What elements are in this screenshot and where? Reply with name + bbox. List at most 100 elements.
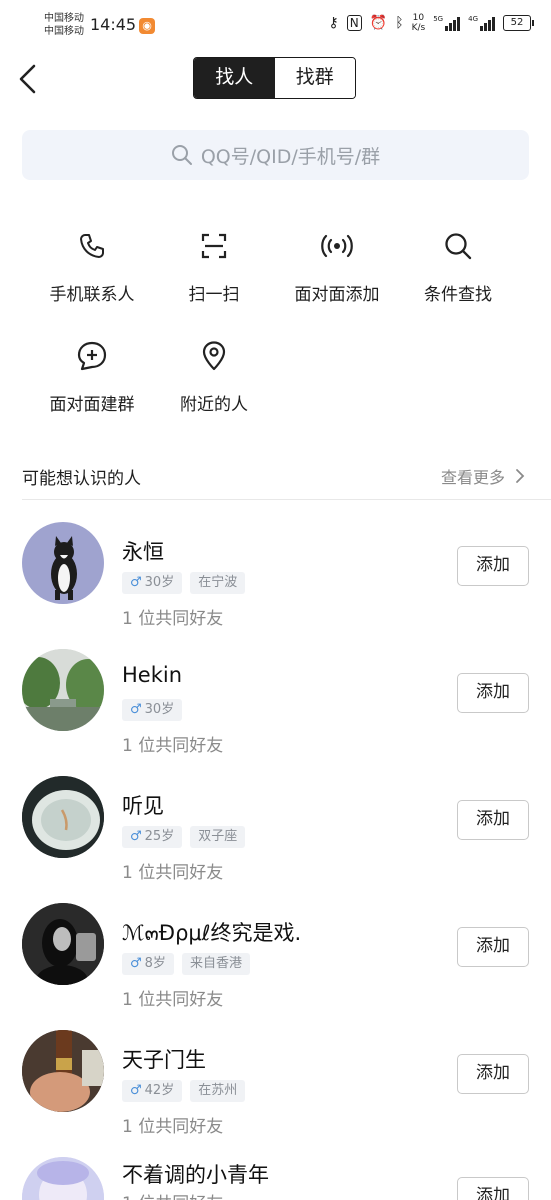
person-tags: ♂ 8岁 来自香港	[122, 953, 250, 975]
action-label: 面对面建群	[49, 395, 135, 415]
action-face-to-face-add[interactable]: 面对面添加	[282, 228, 392, 305]
street-avatar-image	[22, 649, 104, 731]
notification-app-icon: ◉	[139, 18, 155, 34]
nfc-icon: N	[346, 15, 362, 31]
mutual-friends: 1 位共同好友	[122, 609, 224, 629]
age-value: 30岁	[144, 702, 175, 717]
search-icon	[445, 233, 472, 260]
cat-avatar-image	[51, 536, 77, 600]
status-bar: 中国移动 中国移动 14:45 ◉ ⚷ N ⏰ ᛒ 10 K/s 5G 4G 5…	[0, 0, 551, 52]
age-tag: ♂ 30岁	[122, 699, 183, 721]
net-speed-unit: K/s	[411, 23, 426, 33]
info-tag: 在苏州	[190, 1080, 246, 1102]
bowl-avatar-image	[22, 776, 104, 858]
action-nearby-people[interactable]: 附近的人	[159, 338, 269, 415]
action-label: 扫一扫	[188, 285, 240, 305]
add-friend-button[interactable]: 添加	[457, 800, 529, 840]
person-row[interactable]: 不着调的小青年 1 位共同好友 添加	[0, 1157, 551, 1200]
info-tag: 在宁波	[190, 572, 246, 594]
person-name: Hekin	[122, 663, 183, 687]
net-type-2: 4G	[468, 15, 478, 23]
person-name: 天子门生	[122, 1048, 206, 1072]
anime-avatar-image	[22, 1157, 104, 1200]
add-friend-button[interactable]: 添加	[457, 1054, 529, 1094]
mutual-friends: 1 位共同好友	[122, 990, 224, 1010]
mutual-friends: 1 位共同好友	[122, 863, 224, 883]
add-friend-button[interactable]: 添加	[457, 673, 529, 713]
male-icon: ♂	[130, 702, 142, 717]
system-icons: ⚷ N ⏰ ᛒ 10 K/s 5G 4G 52	[328, 13, 534, 33]
action-scan[interactable]: 扫一扫	[159, 228, 269, 305]
male-icon: ♂	[130, 575, 142, 590]
age-tag: ♂ 30岁	[122, 572, 183, 594]
location-pin-icon	[202, 341, 226, 371]
clock: 14:45	[90, 15, 137, 34]
action-label: 手机联系人	[49, 285, 135, 305]
person-row[interactable]: ℳ๓Ðρμℓ终究是戏. ♂ 8岁 来自香港 1 位共同好友 添加	[0, 903, 551, 1030]
chevron-right-icon	[516, 469, 525, 483]
add-friend-button[interactable]: 添加	[457, 927, 529, 967]
avatar	[22, 1030, 104, 1112]
action-label: 附近的人	[180, 395, 248, 415]
add-friend-button[interactable]: 添加	[457, 546, 529, 586]
net-type-1: 5G	[433, 15, 444, 23]
mutual-friends: 1 位共同好友	[122, 1189, 223, 1200]
see-more-label: 查看更多	[440, 468, 505, 487]
person-tags: ♂ 30岁 在宁波	[122, 572, 246, 594]
add-friend-button[interactable]: 添加	[457, 1177, 529, 1200]
action-face-to-face-group[interactable]: 面对面建群	[37, 338, 147, 415]
section-title: 可能想认识的人	[22, 469, 141, 489]
mutual-friends: 1 位共同好友	[122, 736, 224, 756]
search-input[interactable]: QQ号/QID/手机号/群	[22, 130, 529, 180]
mutual-friends: 1 位共同好友	[122, 1117, 224, 1137]
signal-icon-2: 4G	[468, 15, 495, 31]
back-button[interactable]	[14, 62, 44, 96]
age-value: 30岁	[144, 575, 175, 590]
see-more-link[interactable]: 查看更多	[441, 464, 525, 488]
info-tag: 双子座	[190, 826, 246, 848]
chevron-left-icon	[19, 64, 36, 94]
info-tag: 来自香港	[181, 953, 250, 975]
person-name: 永恒	[122, 540, 164, 564]
action-phone-contacts[interactable]: 手机联系人	[37, 228, 147, 305]
cigar-avatar-image	[22, 1030, 104, 1112]
find-type-tabs: 找人 找群	[193, 57, 356, 99]
alarm-icon: ⏰	[369, 15, 388, 31]
face-to-face-icon	[321, 234, 353, 258]
key-icon: ⚷	[328, 15, 339, 31]
battery-icon: 52	[503, 15, 534, 31]
avatar	[22, 649, 104, 731]
person-tags: ♂ 42岁 在苏州	[122, 1080, 246, 1102]
person-name: 不着调的小青年	[122, 1163, 269, 1187]
avatar	[22, 1157, 104, 1200]
age-value: 8岁	[144, 956, 166, 971]
age-value: 25岁	[144, 829, 175, 844]
person-name: ℳ๓Ðρμℓ终究是戏.	[122, 921, 302, 945]
tab-find-people[interactable]: 找人	[194, 58, 275, 98]
person-tags: ♂ 30岁	[122, 699, 183, 721]
avatar	[22, 776, 104, 858]
action-label: 面对面添加	[294, 285, 380, 305]
person-row[interactable]: 永恒 ♂ 30岁 在宁波 1 位共同好友 添加	[0, 522, 551, 649]
search-placeholder: QQ号/QID/手机号/群	[200, 145, 381, 168]
person-tags: ♂ 25岁 双子座	[122, 826, 246, 848]
action-conditional-search[interactable]: 条件查找	[403, 228, 513, 305]
net-speed-value: 10	[412, 13, 425, 23]
carrier-1: 中国移动	[44, 13, 84, 24]
section-divider	[22, 499, 551, 500]
age-tag: ♂ 42岁	[122, 1080, 183, 1102]
person-row[interactable]: 天子门生 ♂ 42岁 在苏州 1 位共同好友 添加	[0, 1030, 551, 1157]
person-row[interactable]: 听见 ♂ 25岁 双子座 1 位共同好友 添加	[0, 776, 551, 903]
signal-icon-1: 5G	[433, 15, 461, 31]
avatar	[22, 522, 104, 604]
scan-icon	[201, 233, 227, 259]
person-row[interactable]: Hekin ♂ 30岁 1 位共同好友 添加	[0, 649, 551, 776]
net-speed: 10 K/s	[412, 13, 426, 33]
portrait-avatar-image	[22, 903, 104, 985]
person-name: 听见	[122, 794, 164, 818]
male-icon: ♂	[130, 829, 142, 844]
age-tag: ♂ 8岁	[122, 953, 174, 975]
carrier-labels: 中国移动 中国移动	[44, 12, 84, 38]
tab-find-groups[interactable]: 找群	[274, 58, 355, 98]
search-icon	[171, 145, 192, 165]
